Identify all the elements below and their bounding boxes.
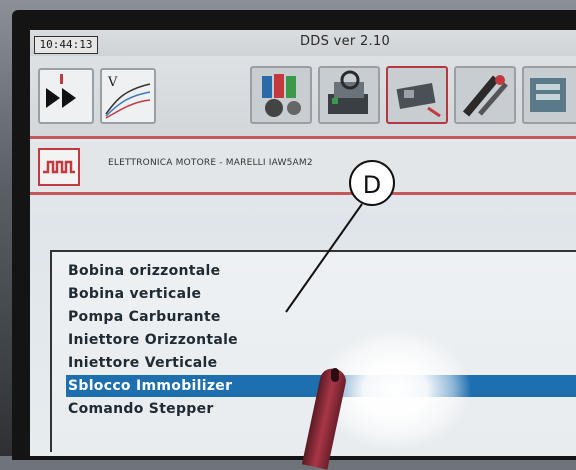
callout-label: D <box>349 160 395 206</box>
callout-leader-line <box>285 203 363 313</box>
stylus-tip <box>331 368 339 382</box>
